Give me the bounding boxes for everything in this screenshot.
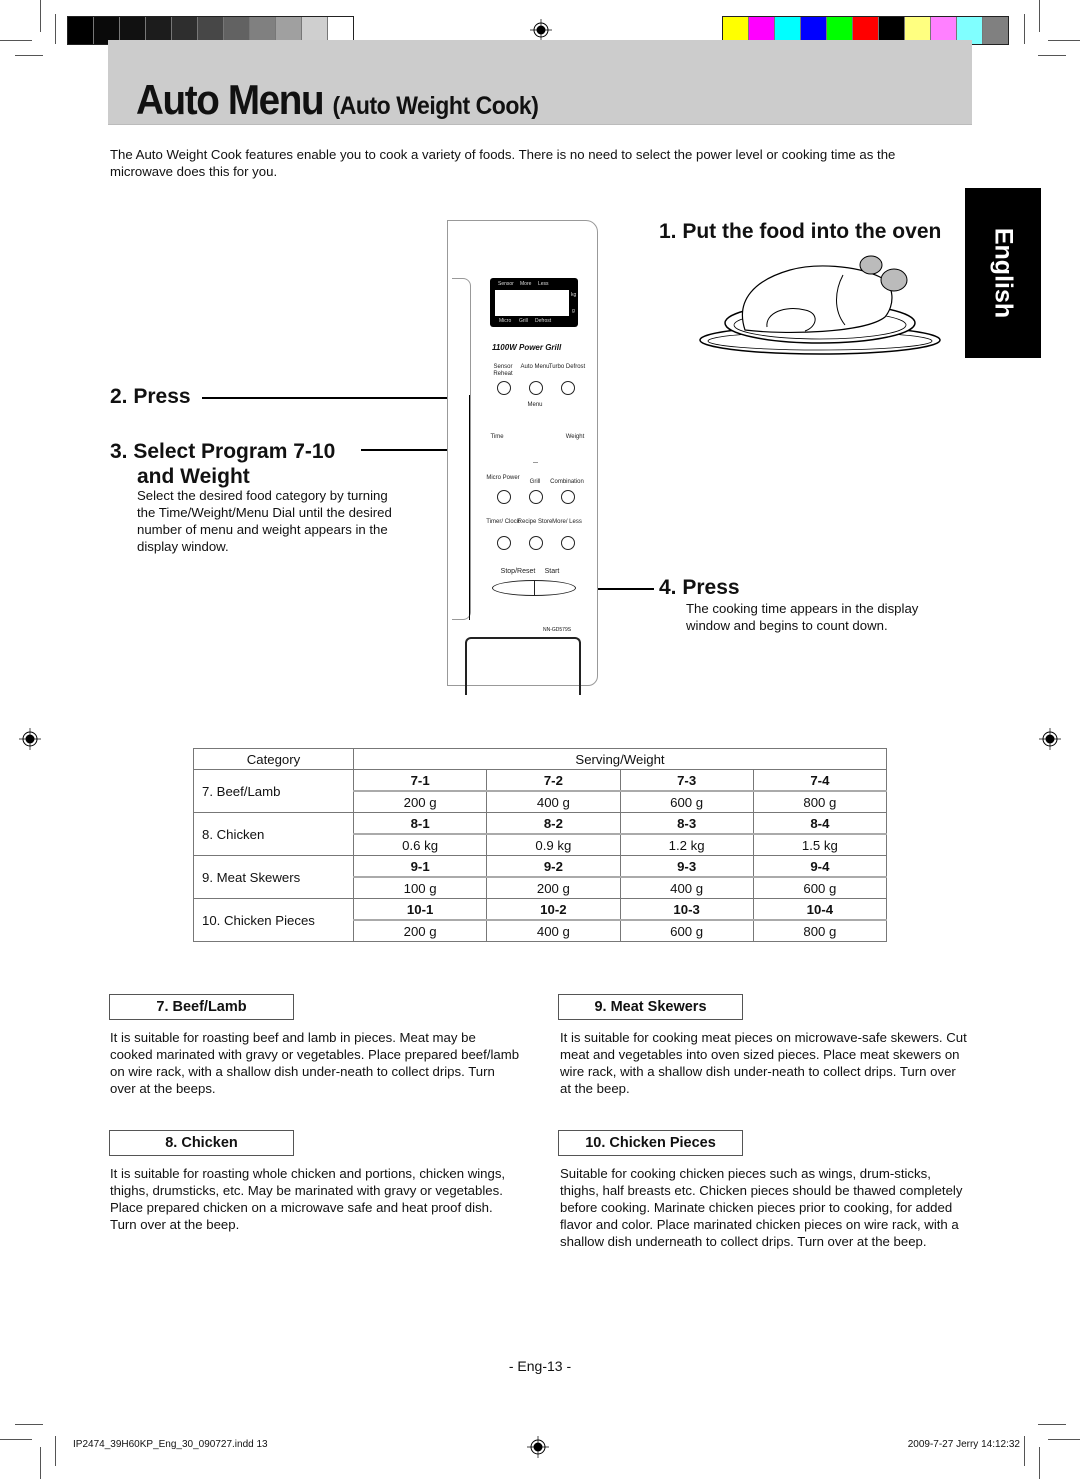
table-row: 10. Chicken Pieces 10-1 10-2 10-3 10-4 bbox=[193, 898, 888, 942]
section-text-chicken-pieces: Suitable for cooking chicken pieces such… bbox=[560, 1166, 963, 1249]
registration-mark-icon bbox=[530, 19, 552, 41]
page-title: Auto Menu (Auto Weight Cook) bbox=[136, 76, 539, 123]
header-category: Category bbox=[193, 748, 354, 770]
turbo-defrost-button[interactable] bbox=[561, 381, 575, 395]
crop-mark bbox=[0, 40, 32, 41]
auto-menu-button[interactable] bbox=[529, 381, 543, 395]
step-3-text: Select the desired food category by turn… bbox=[137, 488, 392, 554]
crop-mark bbox=[15, 1424, 43, 1425]
footer-timestamp: 2009-7-27 Jerry 14:12:32 bbox=[907, 1439, 1020, 1450]
time-weight-menu-dial[interactable] bbox=[533, 462, 538, 463]
step-4-heading: 4. Press bbox=[659, 576, 740, 599]
grill-button[interactable] bbox=[529, 490, 543, 504]
power-label: 1100W Power Grill bbox=[492, 343, 562, 352]
crop-mark bbox=[1048, 40, 1080, 41]
dial-weight-label: Weight bbox=[565, 434, 585, 440]
intro-text: The Auto Weight Cook features enable you… bbox=[110, 147, 896, 179]
crop-mark bbox=[1048, 1439, 1080, 1440]
page-number: - Eng-13 - bbox=[508, 1358, 572, 1374]
crop-mark bbox=[55, 1436, 56, 1466]
section-title-chicken-pieces: 10. Chicken Pieces bbox=[558, 1130, 743, 1156]
roast-chicken-illustration bbox=[699, 255, 941, 355]
crop-mark bbox=[0, 1439, 32, 1440]
registration-mark-icon bbox=[527, 1436, 549, 1458]
recipe-store-button[interactable] bbox=[529, 536, 543, 550]
language-tab-label: English bbox=[989, 227, 1018, 319]
combination-label: Combination bbox=[550, 479, 584, 485]
sensor-reheat-button[interactable] bbox=[497, 381, 511, 395]
language-tab: English bbox=[965, 188, 1041, 358]
combination-button[interactable] bbox=[561, 490, 575, 504]
registration-mark-icon bbox=[1039, 728, 1061, 750]
timer-clock-button[interactable] bbox=[497, 536, 511, 550]
auto-menu-table: Category Serving/Weight 7. Beef/Lamb 7-1… bbox=[193, 748, 888, 942]
table-row: 8. Chicken 8-1 8-2 8-3 8-4 bbox=[193, 812, 888, 856]
more-less-button[interactable] bbox=[561, 536, 575, 550]
crop-mark bbox=[1024, 14, 1025, 44]
step-4-text: The cooking time appears in the display … bbox=[686, 601, 919, 633]
registration-mark-icon bbox=[19, 728, 41, 750]
start-label: Start bbox=[544, 568, 560, 575]
menu-sub-label: Menu bbox=[527, 402, 543, 408]
section-text-beef-lamb: It is suitable for roasting beef and lam… bbox=[110, 1030, 520, 1096]
crop-mark bbox=[1024, 1436, 1025, 1466]
display-screen bbox=[495, 290, 569, 316]
crop-mark bbox=[1038, 1424, 1066, 1425]
section-title-beef-lamb: 7. Beef/Lamb bbox=[109, 994, 294, 1020]
footer-filename: IP2474_39H60KP_Eng_30_090727.indd 13 bbox=[73, 1439, 268, 1450]
more-less-label: More/ Less bbox=[552, 519, 582, 525]
page-subtitle: (Auto Weight Cook) bbox=[332, 92, 539, 120]
step-2-heading: 2. Press bbox=[110, 385, 191, 408]
panel-lower-box bbox=[465, 637, 581, 695]
table-row: 9. Meat Skewers 9-1 9-2 9-3 9-4 bbox=[193, 855, 888, 899]
crop-mark bbox=[55, 14, 56, 44]
color-swatch bbox=[983, 17, 1008, 44]
dial-time-label: Time bbox=[490, 434, 504, 440]
table-row: 7. Beef/Lamb 7-1 7-2 7-3 7-4 bbox=[193, 769, 888, 813]
crop-mark bbox=[15, 55, 43, 56]
table-header-row: Category Serving/Weight bbox=[193, 748, 887, 770]
stop-start-button[interactable] bbox=[492, 580, 576, 596]
display-window: Sensor More Less kg g Micro Grill Defros… bbox=[490, 278, 578, 327]
turbo-defrost-label: Turbo Defrost bbox=[548, 364, 586, 370]
leader-line bbox=[469, 395, 470, 620]
crop-mark bbox=[1039, 1447, 1040, 1479]
step-3-heading: 3. Select Program 7-10 and Weight bbox=[110, 440, 336, 488]
step-1-heading: 1. Put the food into the oven bbox=[659, 220, 942, 243]
section-title-meat-skewers: 9. Meat Skewers bbox=[558, 994, 743, 1020]
title-band: Auto Menu (Auto Weight Cook) bbox=[108, 40, 972, 125]
section-text-meat-skewers: It is suitable for cooking meat pieces o… bbox=[560, 1030, 967, 1096]
model-number: NN-GD579S bbox=[543, 627, 572, 633]
crop-mark bbox=[1039, 0, 1040, 32]
color-swatch bbox=[68, 17, 94, 44]
crop-mark bbox=[40, 0, 41, 32]
crop-mark bbox=[40, 1447, 41, 1479]
header-serving-weight: Serving/Weight bbox=[353, 748, 887, 770]
micro-power-button[interactable] bbox=[497, 490, 511, 504]
section-title-chicken: 8. Chicken bbox=[109, 1130, 294, 1156]
crop-mark bbox=[1038, 55, 1066, 56]
section-text-chicken: It is suitable for roasting whole chicke… bbox=[110, 1166, 506, 1232]
